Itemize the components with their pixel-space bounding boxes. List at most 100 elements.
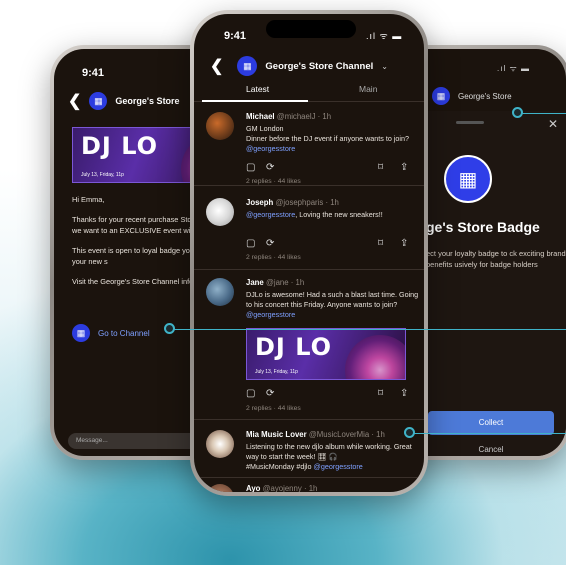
share-icon[interactable]: ⇪ xyxy=(400,388,408,399)
post-author: Joseph xyxy=(246,198,274,207)
notch xyxy=(266,20,356,38)
badge-description: ect your loyalty badge to ck exciting br… xyxy=(426,249,566,269)
collect-button[interactable]: Collect xyxy=(428,411,554,435)
callout-line xyxy=(174,329,566,330)
share-icon[interactable]: ⇪ xyxy=(400,162,408,173)
turntable-image xyxy=(345,335,405,379)
post-time: · 1h xyxy=(303,484,318,492)
post-text-content: DJLo is awesome! Had a such a blast last… xyxy=(246,290,419,309)
feed-post[interactable]: Joseph @josephparis · 1h @georgesstore, … xyxy=(194,190,424,270)
feed-post[interactable]: Mia Music Lover @MusicLoverMia · 1h List… xyxy=(194,422,424,478)
tab-latest[interactable]: Latest xyxy=(246,84,269,94)
signal-wifi-battery-icon: .ıl ᯤ ▬ xyxy=(366,31,403,41)
post-actions: ▢ ⟳ ⌑ ⇪ xyxy=(246,388,422,400)
avatar xyxy=(206,430,234,458)
tab-indicator xyxy=(202,100,308,102)
tab-bar: Latest Main xyxy=(194,82,424,102)
callout-line xyxy=(520,113,566,114)
comment-icon[interactable]: ▢ xyxy=(246,162,255,173)
go-to-channel-label: Go to Channel xyxy=(98,328,150,338)
comment-icon[interactable]: ▢ xyxy=(246,238,255,249)
post-meta: Joseph @josephparis · 1h xyxy=(246,198,339,207)
avatar xyxy=(206,278,234,306)
cancel-button[interactable]: Cancel xyxy=(428,445,554,454)
post-handle: @michaelJ xyxy=(276,112,316,121)
post-author: Michael xyxy=(246,112,275,121)
share-icon[interactable]: ⇪ xyxy=(400,238,408,249)
banner-date: July 13, Friday, 11p xyxy=(81,172,124,178)
post-text: DJLo is awesome! Had a such a blast last… xyxy=(246,290,424,319)
center-phone-screen: 9:41 .ıl ᯤ ▬ ❮ ▦ George's Store Channel … xyxy=(194,14,424,492)
feed-post[interactable]: Michael @michaelJ · 1h GM London Dinner … xyxy=(194,104,424,186)
post-stats: 2 replies · 44 likes xyxy=(246,405,301,412)
status-time: 9:41 xyxy=(224,30,247,42)
post-author: Mia Music Lover xyxy=(246,430,307,439)
bookmark-icon[interactable]: ⌑ xyxy=(378,388,383,399)
chevron-down-icon[interactable]: ⌄ xyxy=(381,62,388,71)
post-text: Listening to the new djlo album while wo… xyxy=(246,442,424,471)
store-icon: ▦ xyxy=(72,324,90,342)
center-phone: 9:41 .ıl ᯤ ▬ ❮ ▦ George's Store Channel … xyxy=(190,10,428,496)
mention-link[interactable]: @georgesstore xyxy=(246,210,295,219)
banner-title: DJ LO xyxy=(255,333,333,361)
avatar xyxy=(206,112,234,140)
avatar xyxy=(206,198,234,226)
store-icon: ▦ xyxy=(89,92,108,110)
post-time: · 1h xyxy=(317,112,332,121)
go-to-channel-button[interactable]: ▦ Go to Channel xyxy=(72,324,150,342)
chat-title: George's Store xyxy=(115,96,180,106)
avatar xyxy=(206,484,234,492)
post-time: · 1h xyxy=(325,198,339,207)
banner-date: July 13, Friday, 11p xyxy=(255,369,298,375)
post-author: Ayo xyxy=(246,484,261,492)
callout-dot xyxy=(512,107,523,118)
post-time: · 1h xyxy=(371,430,385,439)
post-handle: @MusicLoverMia xyxy=(308,430,370,439)
tab-main[interactable]: Main xyxy=(359,84,377,94)
channel-header: ▦ George's Store xyxy=(432,87,512,105)
post-text: @georgesstore, Loving the new sneakers!! xyxy=(246,210,424,220)
repost-icon[interactable]: ⟳ xyxy=(266,238,274,249)
repost-icon[interactable]: ⟳ xyxy=(266,388,274,399)
channel-title[interactable]: George's Store Channel xyxy=(265,61,373,72)
post-handle: @jane xyxy=(265,278,289,287)
close-icon[interactable]: ✕ xyxy=(548,117,558,131)
bookmark-icon[interactable]: ⌑ xyxy=(378,238,383,249)
post-text-content: GM London Dinner before the DJ event if … xyxy=(246,124,410,143)
chat-header: ❮ ▦ George's Store xyxy=(68,91,180,111)
post-author: Jane xyxy=(246,278,264,287)
post-meta: Michael @michaelJ · 1h xyxy=(246,112,331,121)
banner-title: DJ LO xyxy=(81,132,159,160)
channel-header: ❮ ▦ George's Store Channel ⌄ xyxy=(210,56,420,76)
post-time: · 1h xyxy=(290,278,305,287)
feed-post[interactable]: Ayo @ayojenny · 1h xyxy=(194,478,424,492)
event-banner[interactable]: DJ LO July 13, Friday, 11p xyxy=(246,328,406,380)
post-handle: @josephparis xyxy=(275,198,324,207)
post-stats: 2 replies · 44 likes xyxy=(246,254,301,261)
post-text-content: , Loving the new sneakers!! xyxy=(295,210,383,219)
callout-dot xyxy=(164,323,175,334)
store-icon: ▦ xyxy=(237,56,258,76)
callout-line xyxy=(414,433,566,434)
badge-title: ge's Store Badge xyxy=(426,219,540,235)
post-stats: 2 replies · 44 likes xyxy=(246,178,301,185)
comment-icon[interactable]: ▢ xyxy=(246,388,255,399)
repost-icon[interactable]: ⟳ xyxy=(266,162,274,173)
post-handle: @ayojenny xyxy=(262,484,302,492)
post-text: GM London Dinner before the DJ event if … xyxy=(246,124,424,153)
post-actions: ▢ ⟳ ⌑ ⇪ xyxy=(246,238,422,250)
mention-link[interactable]: @georgesstore xyxy=(246,310,295,319)
bookmark-icon[interactable]: ⌑ xyxy=(378,162,383,173)
status-time: 9:41 xyxy=(82,67,105,79)
mention-link[interactable]: @georgesstore xyxy=(246,144,295,153)
signal-wifi-battery-icon: .ıl ᯤ ▬ xyxy=(497,64,530,73)
post-meta: Ayo @ayojenny · 1h xyxy=(246,484,317,492)
store-icon: ▦ xyxy=(432,87,450,105)
callout-dot xyxy=(404,427,415,438)
chevron-left-icon[interactable]: ❮ xyxy=(68,91,81,111)
sheet-handle[interactable] xyxy=(456,121,484,124)
feed-post[interactable]: Jane @jane · 1h DJLo is awesome! Had a s… xyxy=(194,270,424,420)
post-meta: Mia Music Lover @MusicLoverMia · 1h xyxy=(246,430,385,439)
chevron-left-icon[interactable]: ❮ xyxy=(210,56,223,76)
mention-link[interactable]: @georgesstore xyxy=(314,462,363,471)
